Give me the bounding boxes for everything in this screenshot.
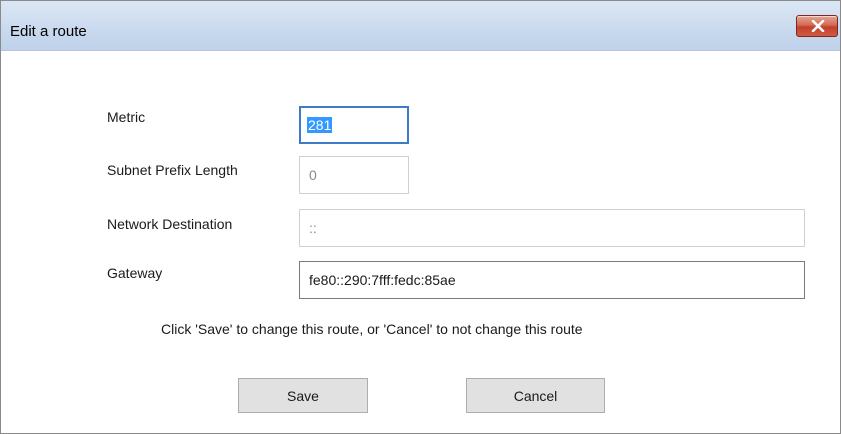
close-x-icon (811, 20, 825, 32)
network-destination-input: :: (299, 209, 805, 247)
metric-value: 281 (307, 117, 333, 133)
save-button[interactable]: Save (238, 378, 368, 413)
subnet-prefix-length-label: Subnet Prefix Length (107, 162, 238, 178)
cancel-button[interactable]: Cancel (466, 378, 605, 413)
close-button[interactable] (796, 15, 838, 37)
network-destination-label: Network Destination (107, 216, 233, 232)
dialog-title: Edit a route (10, 23, 87, 40)
subnet-prefix-length-input: 0 (299, 156, 409, 194)
instruction-text: Click 'Save' to change this route, or 'C… (161, 321, 583, 337)
metric-input[interactable]: 281 (299, 106, 409, 144)
edit-route-dialog: Edit a route Metric 281 Subnet Prefix Le… (0, 0, 841, 434)
metric-label: Metric (107, 109, 146, 125)
title-bar[interactable]: Edit a route (1, 1, 840, 51)
gateway-label: Gateway (107, 265, 163, 281)
gateway-input[interactable]: fe80::290:7fff:fedc:85ae (299, 261, 805, 299)
